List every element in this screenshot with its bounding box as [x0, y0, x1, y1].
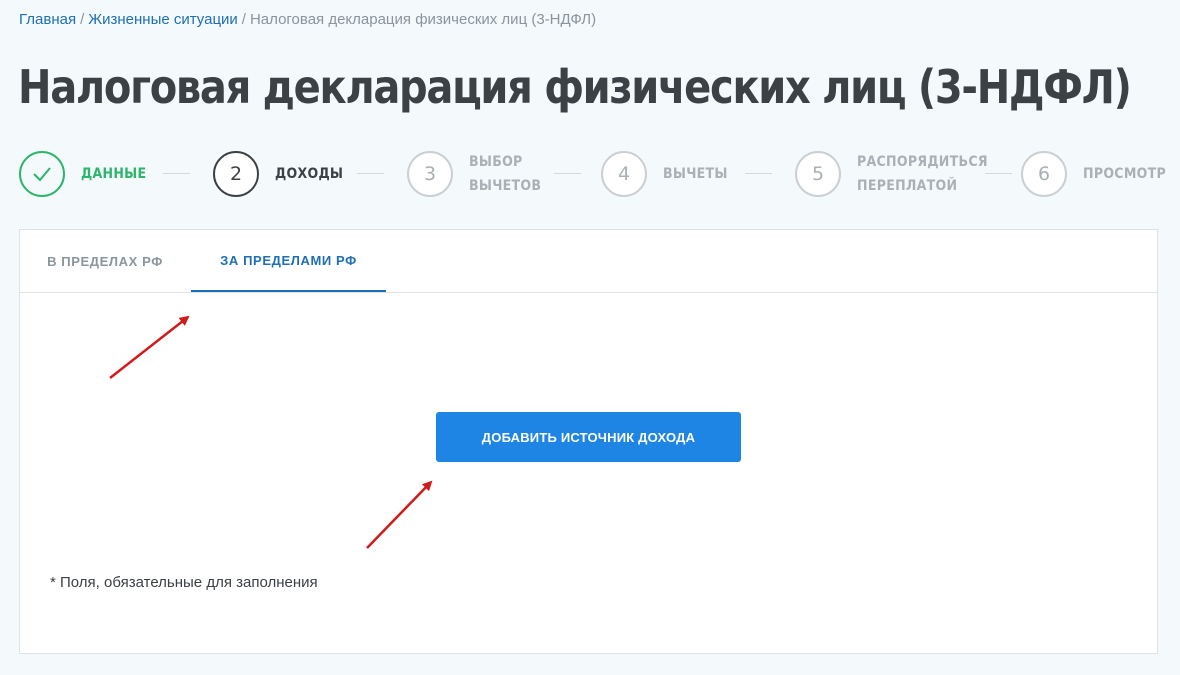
step-circle: 5 [795, 151, 841, 197]
required-fields-note: * Поля, обязательные для заполнения [50, 574, 318, 591]
step-preview[interactable]: 6 ПРОСМОТР [1021, 149, 1175, 199]
step-label: ДОХОДЫ [275, 162, 343, 186]
step-label: ДАННЫЕ [81, 162, 146, 186]
step-connector [163, 173, 190, 174]
income-tabs: В ПРЕДЕЛАХ РФ ЗА ПРЕДЕЛАМИ РФ [20, 230, 1157, 293]
breadcrumb-separator: / [80, 11, 85, 28]
step-label: ВЫЧЕТЫ [663, 162, 728, 186]
step-deductions[interactable]: 4 ВЫЧЕТЫ [601, 149, 735, 199]
breadcrumb: Главная / Жизненные ситуации / Налоговая дек… [19, 11, 596, 28]
step-label: РАСПОРЯДИТЬСЯ ПЕРЕПЛАТОЙ [857, 150, 988, 198]
income-card: В ПРЕДЕЛАХ РФ ЗА ПРЕДЕЛАМИ РФ ДОБАВИТЬ И… [19, 229, 1158, 654]
step-label-text: ДОХОДЫ [275, 166, 344, 182]
step-connector [985, 173, 1012, 174]
step-income[interactable]: 2 ДОХОДЫ [213, 149, 351, 199]
step-label-text: ПРОСМОТР [1083, 166, 1166, 182]
step-label: ПРОСМОТР [1083, 162, 1166, 186]
page-title: Налоговая декларация физических лиц (3-Н… [18, 60, 1132, 114]
step-label-text: ВЫЧЕТЫ [663, 166, 728, 182]
step-circle: 4 [601, 151, 647, 197]
step-label-text: ВЫБОР [469, 154, 523, 170]
tab-outside-russia[interactable]: ЗА ПРЕДЕЛАМИ РФ [191, 230, 386, 292]
breadcrumb-current: Налоговая декларация физических лиц (3-Н… [249, 11, 597, 28]
check-icon [33, 167, 51, 182]
step-connector [357, 173, 384, 174]
step-label-text: ВЫЧЕТОВ [469, 178, 542, 194]
breadcrumb-life-situations-link[interactable]: Жизненные ситуации [88, 11, 238, 28]
add-income-source-button[interactable]: ДОБАВИТЬ ИСТОЧНИК ДОХОДА [436, 412, 741, 462]
step-circle: 6 [1021, 151, 1067, 197]
step-data[interactable]: ДАННЫЕ [19, 149, 154, 199]
breadcrumb-separator: / [241, 11, 246, 28]
step-connector [554, 173, 581, 174]
step-label-text: ДАННЫЕ [81, 166, 147, 182]
step-choose-deductions[interactable]: 3 ВЫБОР ВЫЧЕТОВ [407, 149, 549, 199]
step-label-text: ПЕРЕПЛАТОЙ [857, 178, 958, 194]
step-overpayment[interactable]: 5 РАСПОРЯДИТЬСЯ ПЕРЕПЛАТОЙ [795, 149, 1002, 199]
step-circle [19, 151, 65, 197]
step-connector [745, 173, 772, 174]
tab-within-russia[interactable]: В ПРЕДЕЛАХ РФ [20, 230, 190, 292]
step-label: ВЫБОР ВЫЧЕТОВ [469, 150, 541, 198]
stepper: ДАННЫЕ 2 ДОХОДЫ 3 ВЫБОР ВЫЧЕТОВ 4 ВЫЧЕТЫ [19, 149, 1169, 201]
breadcrumb-home-link[interactable]: Главная [19, 11, 76, 28]
step-label-text: РАСПОРЯДИТЬСЯ [857, 154, 988, 170]
step-circle: 3 [407, 151, 453, 197]
step-circle: 2 [213, 151, 259, 197]
page: Главная / Жизненные ситуации / Налоговая дек… [0, 0, 1180, 675]
